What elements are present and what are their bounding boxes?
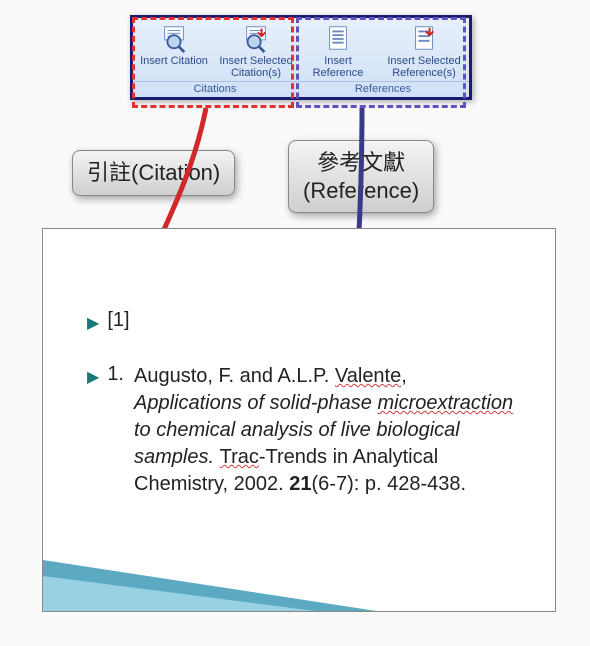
insert-selected-reference-button[interactable]: Insert Selected Reference(s) (379, 21, 469, 79)
ref-title-squiggly: microextraction (377, 392, 513, 414)
bullet-icon: ▶ (87, 367, 99, 387)
ref-journal-pre: Trac (220, 446, 259, 468)
ribbon-group-citations: Insert Citation Insert Selected Citation… (133, 18, 297, 97)
reference-number: 1. (107, 363, 124, 386)
ref-authors-squiggly: Valente (335, 365, 401, 387)
insert-selected-citation-button[interactable]: Insert Selected Citation(s) (215, 21, 297, 79)
ref-authors-pre: Augusto, F. and A.L.P. (134, 365, 335, 387)
insert-citation-button[interactable]: Insert Citation (133, 21, 215, 79)
insert-selected-reference-icon (408, 23, 440, 53)
insert-reference-label: Insert Reference (299, 55, 377, 79)
ref-issue-pages: (6-7): p. 428-438. (312, 473, 467, 495)
ref-authors-suf: , (401, 365, 407, 387)
insert-selected-citation-icon (240, 23, 272, 53)
ribbon: Insert Citation Insert Selected Citation… (130, 15, 472, 100)
reference-line: ▶ 1. Augusto, F. and A.L.P. Valente, App… (87, 363, 519, 498)
insert-selected-citation-label: Insert Selected Citation(s) (217, 55, 295, 79)
ref-title-pre: Applications of solid-phase (134, 392, 377, 414)
accent-triangle-light (43, 576, 323, 612)
callout-citation: 引註(Citation) (72, 150, 235, 196)
citation-marker: [1] (107, 309, 129, 332)
ribbon-group-references: Insert Reference Insert Selected Referen… (297, 18, 469, 97)
insert-citation-label: Insert Citation (140, 55, 208, 67)
callout-reference-text: 參考文獻 (Reference) (303, 150, 419, 203)
group-caption-citations: Citations (133, 81, 297, 97)
citation-line: ▶ [1] (87, 309, 519, 333)
bullet-icon: ▶ (87, 313, 99, 333)
insert-reference-icon (322, 23, 354, 53)
document-page: ▶ [1] ▶ 1. Augusto, F. and A.L.P. Valent… (42, 228, 556, 612)
ref-volume: 21 (289, 473, 311, 495)
callout-citation-text: 引註(Citation) (87, 160, 220, 185)
insert-reference-button[interactable]: Insert Reference (297, 21, 379, 79)
insert-citation-icon (158, 23, 190, 53)
reference-body: Augusto, F. and A.L.P. Valente, Applicat… (134, 363, 519, 498)
group-caption-references: References (297, 81, 469, 97)
insert-selected-reference-label: Insert Selected Reference(s) (381, 55, 467, 79)
callout-reference: 參考文獻 (Reference) (288, 140, 434, 213)
